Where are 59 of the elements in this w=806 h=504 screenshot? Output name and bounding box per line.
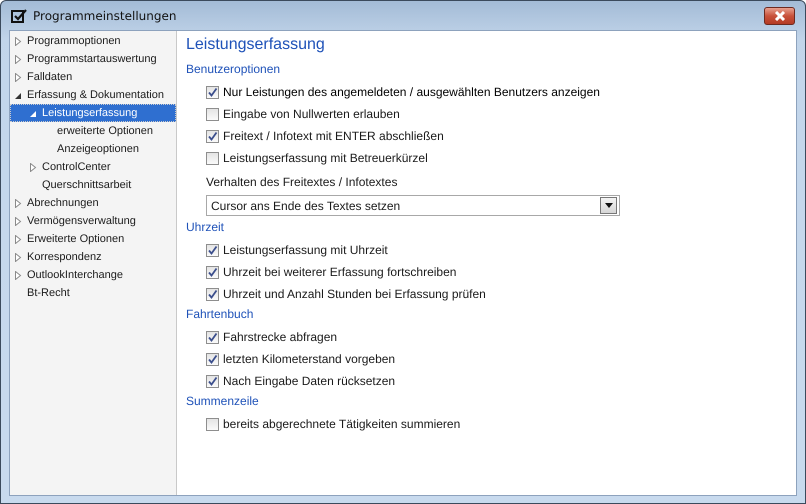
checkbox-label: Uhrzeit und Anzahl Stunden bei Erfassung prüfen	[223, 287, 486, 301]
checkbox[interactable]	[206, 266, 219, 278]
collapsed-arrow-icon[interactable]	[14, 36, 22, 46]
checkbox[interactable]	[206, 130, 219, 142]
dropdown-label: Verhalten des Freitextes / Infotextes	[206, 175, 398, 189]
checkbox-icon	[11, 8, 27, 22]
tree-item[interactable]: Programmstartauswertung	[10, 50, 176, 68]
checkbox[interactable]	[206, 330, 219, 344]
collapsed-arrow-icon[interactable]	[14, 216, 22, 226]
close-icon[interactable]	[772, 10, 786, 20]
section-heading: Uhrzeit	[186, 220, 226, 234]
checkbox-label: Leistungserfassung mit Betreuerkürzel	[223, 151, 428, 165]
checkbox[interactable]	[206, 244, 219, 256]
checkbox[interactable]	[206, 86, 219, 98]
tree-item[interactable]: Vermögensverwaltung	[10, 212, 176, 230]
section-heading: Benutzeroptionen	[186, 62, 282, 76]
tree-item[interactable]: Programmoptionen	[10, 32, 176, 50]
collapsed-arrow-icon[interactable]	[14, 270, 22, 280]
close-button[interactable]	[764, 6, 795, 24]
checkbox-label: letzten Kilometerstand vorgeben	[223, 352, 396, 366]
collapsed-arrow-icon[interactable]	[14, 72, 22, 82]
checkbox-label: Eingabe von Nullwerten erlauben	[223, 107, 400, 121]
tree-item[interactable]: Bt-Recht	[10, 284, 176, 302]
collapsed-arrow-icon[interactable]	[14, 234, 22, 244]
expanded-arrow-icon[interactable]	[29, 108, 37, 118]
expanded-arrow-icon[interactable]	[14, 90, 22, 100]
tree-item[interactable]: Abrechnungen	[10, 194, 176, 212]
tree-item[interactable]: Querschnittsarbeit	[10, 176, 176, 194]
page-title: Leistungserfassung	[186, 36, 326, 54]
checkbox[interactable]	[206, 288, 219, 300]
checkbox-label: Nur Leistungen des angemeldeten / ausgewählten Benutzers anzeigen	[223, 85, 600, 99]
checkbox[interactable]	[206, 374, 219, 388]
collapsed-arrow-icon[interactable]	[14, 198, 22, 208]
collapsed-arrow-icon[interactable]	[14, 252, 22, 262]
section-heading: Summenzeile	[186, 394, 260, 408]
tree-item[interactable]: Leistungserfassung	[10, 104, 176, 122]
tree-item[interactable]: Anzeigeoptionen	[10, 140, 176, 158]
checkbox[interactable]	[206, 108, 219, 120]
checkbox-label: Nach Eingabe Daten rücksetzen	[223, 374, 396, 388]
tree-item[interactable]: Erweiterte Optionen	[10, 230, 176, 248]
checkbox-label: Fahrstrecke abfragen	[223, 330, 338, 344]
tree-item[interactable]: OutlookInterchange	[10, 266, 176, 284]
checkbox[interactable]	[206, 418, 219, 430]
checkbox[interactable]	[206, 352, 219, 366]
tree-item[interactable]: erweiterte Optionen	[10, 122, 176, 140]
collapsed-arrow-icon[interactable]	[29, 162, 37, 172]
checkbox-label: bereits abgerechnete Tätigkeiten summieren	[223, 417, 460, 431]
tree-item[interactable]: Erfassung & Dokumentation	[10, 86, 176, 104]
checkbox-label: Uhrzeit bei weiterer Erfassung fortschreiben	[223, 265, 456, 279]
checkbox[interactable]	[206, 152, 219, 164]
tree-item[interactable]: Korrespondenz	[10, 248, 176, 266]
checkbox-label: Leistungserfassung mit Uhrzeit	[223, 243, 388, 257]
collapsed-arrow-icon[interactable]	[14, 54, 22, 64]
checkbox-label: Freitext / Infotext mit ENTER abschließen	[223, 129, 444, 143]
tree-item[interactable]: Falldaten	[10, 68, 176, 86]
dropdown-field[interactable]: Cursor ans Ende des Textes setzen	[206, 195, 620, 216]
window-title: Programmeinstellungen	[33, 8, 176, 22]
section-heading: Fahrtenbuch	[186, 307, 254, 321]
tree-item[interactable]: ControlCenter	[10, 158, 176, 176]
